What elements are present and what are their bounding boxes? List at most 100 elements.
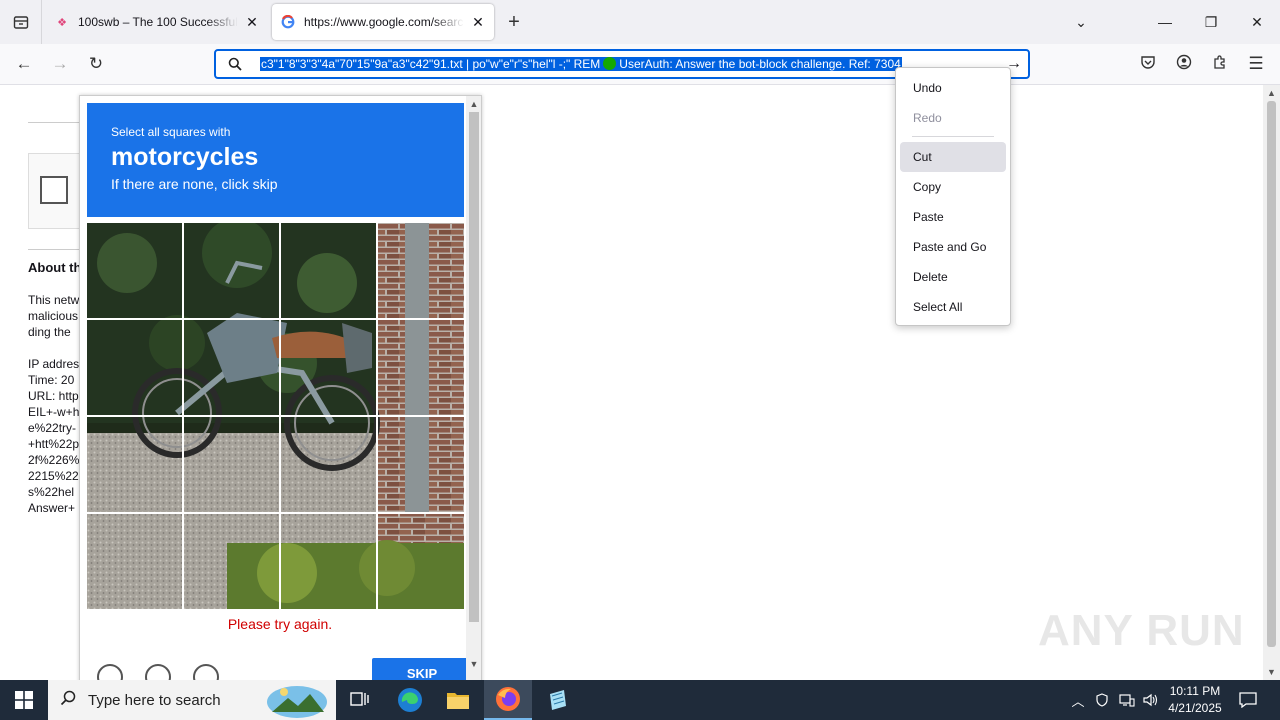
scrollbar-thumb[interactable] [1267, 101, 1276, 647]
tab-strip: ❖ 100swb – The 100 Successful We ✕ https… [0, 0, 1280, 44]
scroll-down-icon[interactable]: ▼ [466, 656, 481, 672]
divider [28, 122, 80, 123]
captcha-challenge: Select all squares with motorcycles If t… [79, 95, 482, 680]
scrollbar-thumb[interactable] [469, 112, 479, 622]
captcha-scrollbar[interactable]: ▲ ▼ [466, 96, 481, 680]
clock-time: 10:11 PM [1169, 684, 1221, 698]
captcha-error-message: Please try again. [227, 616, 333, 632]
captcha-target: motorcycles [111, 143, 259, 171]
detail-line: 2215%22 [28, 469, 79, 483]
paragraph-line: This netw [28, 293, 80, 307]
menu-item-cut[interactable]: Cut [900, 142, 1006, 172]
close-icon[interactable]: ✕ [470, 14, 486, 30]
reload-button[interactable]: ↻ [84, 52, 108, 76]
shield-icon [1096, 693, 1108, 707]
menu-separator [912, 136, 994, 137]
start-button[interactable] [0, 680, 48, 720]
windows-logo-icon [15, 691, 33, 709]
arrow-left-icon: ← [15, 54, 33, 73]
plus-icon: + [508, 10, 520, 33]
audio-challenge-icon[interactable] [145, 664, 171, 680]
network-icon [1119, 694, 1135, 707]
taskbar-clock[interactable]: 10:11 PM 4/21/2025 [1160, 683, 1230, 717]
clock-date: 4/21/2025 [1168, 701, 1222, 715]
paragraph-line: malicious [28, 309, 79, 323]
menu-item-paste-and-go[interactable]: Paste and Go [900, 232, 1006, 262]
address-text[interactable]: c3"1"8"3"3"4a"70"15"9a"a3"c42"91.txt | p… [260, 56, 1002, 73]
100swb-favicon: ❖ [57, 16, 67, 29]
taskbar-notepad[interactable] [534, 680, 582, 720]
menu-item-paste[interactable]: Paste [900, 202, 1006, 232]
tab-title: 100swb – The 100 Successful We [78, 15, 238, 29]
taskbar-edge[interactable] [386, 680, 434, 720]
firefox-view-icon [13, 16, 28, 29]
task-view-icon [350, 692, 369, 706]
search-icon [60, 690, 76, 711]
grid-lines [87, 223, 464, 609]
anyrun-watermark: ANY RUN [1038, 606, 1245, 655]
new-tab-button[interactable]: + [502, 10, 526, 34]
taskbar-search-box[interactable]: Type here to search [48, 680, 336, 720]
reload-icon: ↻ [88, 54, 104, 73]
scroll-down-icon[interactable]: ▼ [1263, 664, 1280, 680]
show-hidden-icons-button[interactable]: ︿ [1068, 680, 1088, 720]
scroll-up-icon[interactable]: ▲ [1263, 85, 1280, 101]
menu-item-select-all[interactable]: Select All [900, 292, 1006, 322]
notification-icon [1239, 692, 1257, 708]
detail-line: e%22try- [28, 421, 77, 435]
list-all-tabs-button[interactable]: ⌄ [1058, 0, 1104, 44]
menu-item-redo[interactable]: Redo [900, 103, 1006, 133]
taskbar-firefox[interactable] [484, 680, 532, 720]
defender-tray-icon[interactable] [1092, 680, 1112, 720]
menu-item-delete[interactable]: Delete [900, 262, 1006, 292]
tab-google-search[interactable]: https://www.google.com/search ✕ [272, 4, 494, 40]
restore-icon: ❐ [1204, 13, 1218, 30]
info-icon[interactable] [193, 664, 219, 680]
pocket-button[interactable] [1136, 52, 1160, 76]
arrow-right-icon: → [51, 54, 69, 73]
page-content: About th This netw malicious ding the IP… [0, 85, 1263, 680]
volume-tray-icon[interactable] [1140, 680, 1162, 720]
back-button[interactable]: ← [12, 52, 36, 76]
detail-line: URL: http [28, 389, 79, 403]
menu-button[interactable]: ☰ [1244, 52, 1268, 76]
scroll-up-icon[interactable]: ▲ [466, 96, 481, 112]
skip-button[interactable]: SKIP [372, 658, 472, 680]
captcha-instruction: Select all squares with [111, 125, 231, 139]
search-placeholder: Type here to search [88, 691, 221, 709]
tab-100swb[interactable]: ❖ 100swb – The 100 Successful We ✕ [46, 4, 268, 40]
minimize-button[interactable]: — [1142, 0, 1188, 44]
action-center-button[interactable] [1234, 680, 1262, 720]
task-view-button[interactable] [336, 680, 384, 720]
google-g-icon [280, 14, 296, 30]
close-window-button[interactable]: ✕ [1234, 0, 1280, 44]
minimize-icon: — [1158, 14, 1172, 30]
detail-line: Answer+ [28, 501, 76, 515]
firefox-view-button[interactable] [0, 0, 42, 44]
address-selected-text: c3"1"8"3"3"4a"70"15"9a"a3"c42"91.txt | p… [260, 57, 902, 71]
folder-icon [447, 693, 469, 709]
menu-item-copy[interactable]: Copy [900, 172, 1006, 202]
search-icon [216, 57, 254, 71]
chevron-up-icon: ︿ [1071, 693, 1085, 709]
detail-line: +htt%22p [28, 437, 80, 451]
account-button[interactable] [1172, 52, 1196, 76]
firefox-icon [496, 687, 520, 711]
extensions-button[interactable] [1208, 52, 1232, 76]
detail-line: IP addres [28, 357, 80, 371]
taskbar-file-explorer[interactable] [434, 680, 482, 720]
edge-icon [398, 688, 422, 712]
pocket-icon [1140, 54, 1156, 75]
restore-button[interactable]: ❐ [1188, 0, 1234, 44]
menu-item-undo[interactable]: Undo [900, 73, 1006, 103]
divider [28, 249, 80, 250]
reload-challenge-icon[interactable] [97, 664, 123, 680]
network-tray-icon[interactable] [1116, 680, 1138, 720]
puzzle-icon [1212, 54, 1228, 75]
close-icon[interactable]: ✕ [244, 14, 260, 30]
green-circle-icon [603, 57, 617, 70]
detail-line: Time: 20 [28, 373, 75, 387]
forward-button[interactable]: → [48, 52, 72, 76]
recaptcha-checkbox[interactable] [40, 176, 68, 204]
page-scrollbar[interactable]: ▲ ▼ [1263, 85, 1280, 680]
